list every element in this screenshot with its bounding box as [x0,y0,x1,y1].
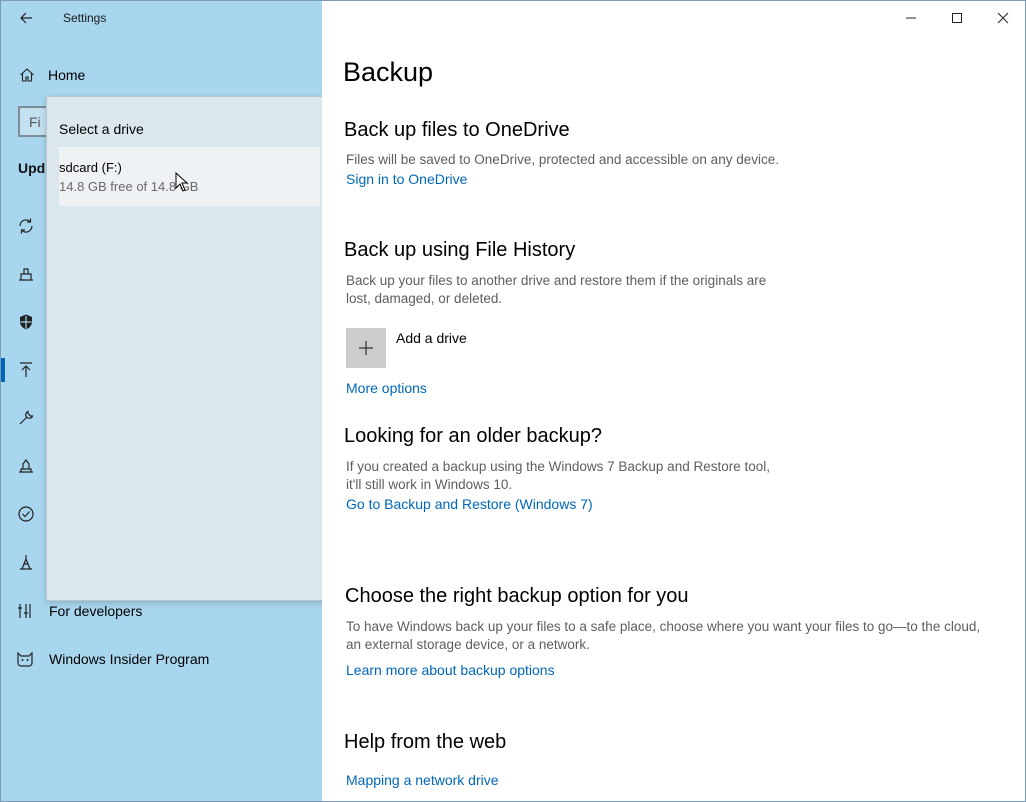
sync-icon[interactable] [14,214,38,238]
file-history-description-line1: Back up your files to another drive and … [346,273,767,288]
learn-more-backup-link[interactable]: Learn more about backup options [346,662,555,678]
close-icon [997,12,1009,24]
app-title: Settings [63,11,107,25]
sidebar-item-home[interactable]: Home [1,61,322,89]
mapping-network-drive-link[interactable]: Mapping a network drive [346,772,499,788]
back-button[interactable] [9,5,43,31]
older-backup-heading: Looking for an older backup? [344,425,602,447]
minimize-icon [906,17,916,19]
plus-icon [359,341,373,355]
older-backup-description-line2: it'll still work in Windows 10. [346,477,513,492]
onedrive-description: Files will be saved to OneDrive, protect… [346,152,779,167]
sidebar-item-label: Home [48,67,86,83]
main-content: Backup Back up files to OneDrive Files w… [322,1,1025,801]
sidebar-item-windows-insider-program[interactable]: Windows Insider Program [1,643,322,675]
delivery-icon[interactable] [14,262,38,286]
drive-option-sdcard[interactable]: sdcard (F:) 14.8 GB free of 14.8 GB [59,147,320,206]
developer-tools-icon [1,602,49,620]
right-option-description-line2: an external storage device, or a network… [346,637,590,652]
wrench-icon[interactable] [14,406,38,430]
minimize-button[interactable] [888,3,934,33]
back-arrow-icon [20,12,32,24]
search-placeholder: Fi [29,114,41,130]
drive-name: sdcard (F:) [59,160,122,175]
right-option-description-line1: To have Windows back up your files to a … [346,619,981,634]
settings-window: Settings Home Fi Upd For developers Wind… [0,0,1026,802]
file-history-description-line2: lost, damaged, or deleted. [346,291,503,306]
backup-restore-win7-link[interactable]: Go to Backup and Restore (Windows 7) [346,496,593,512]
onedrive-heading: Back up files to OneDrive [344,119,570,141]
page-title: Backup [343,57,434,87]
sidebar-item-label: For developers [49,603,143,619]
backup-icon[interactable] [14,358,38,382]
add-drive-label[interactable]: Add a drive [396,330,467,346]
right-option-heading: Choose the right backup option for you [345,585,689,607]
older-backup-description-line1: If you created a backup using the Window… [346,459,770,474]
close-button[interactable] [980,3,1025,33]
file-history-heading: Back up using File History [344,239,576,261]
more-options-link[interactable]: More options [346,380,427,396]
select-drive-flyout: Select a drive sdcard (F:) 14.8 GB free … [46,96,332,601]
activation-icon[interactable] [14,502,38,526]
sidebar-item-label: Windows Insider Program [49,651,210,667]
active-indicator [1,358,5,382]
find-device-icon[interactable] [14,550,38,574]
mouse-cursor-icon [175,172,189,192]
recovery-icon[interactable] [14,454,38,478]
add-drive-button[interactable] [346,328,386,368]
flyout-title: Select a drive [59,121,144,137]
maximize-icon [952,13,962,23]
section-heading: Upd [18,160,46,176]
shield-icon[interactable] [14,310,38,334]
maximize-button[interactable] [934,3,980,33]
sign-in-onedrive-link[interactable]: Sign in to OneDrive [346,171,467,187]
insider-cat-icon [1,650,49,668]
home-icon [1,67,51,83]
help-heading: Help from the web [344,731,507,753]
